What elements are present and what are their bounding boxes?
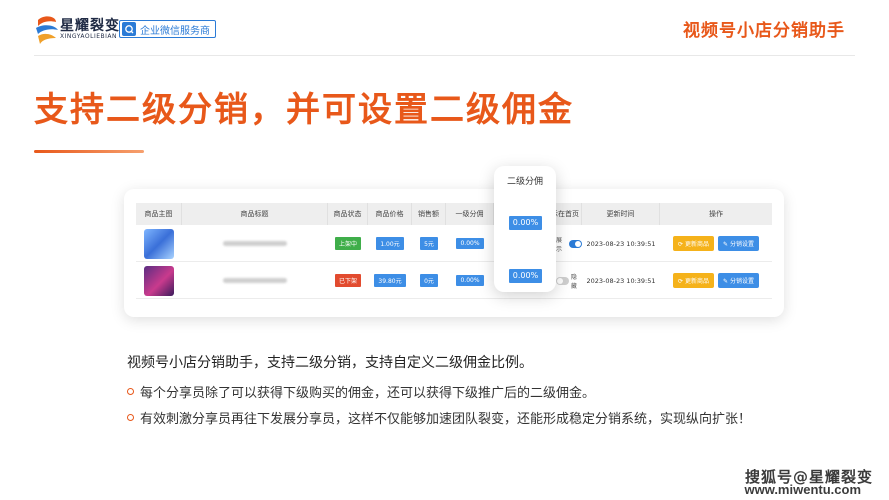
- update-product-button[interactable]: ⟳ 更新商品: [673, 273, 714, 288]
- blurred-product-title: [223, 241, 287, 246]
- header-divider: [34, 55, 855, 56]
- level1-cell: 0.00%: [446, 225, 494, 262]
- table-header: 商品主图 商品标题 商品状态 商品价格 销售额 一级分佣 是否展示在首页 更新时…: [136, 203, 772, 225]
- update-product-label: 更新商品: [684, 241, 709, 248]
- sales-value: 5元: [420, 237, 438, 250]
- sales-cell: 0元: [412, 262, 446, 299]
- toggle-label: 展示: [556, 236, 563, 253]
- brand-logo-icon: [36, 16, 58, 44]
- col-header-actions: 操作: [709, 210, 723, 218]
- distribution-settings-label: 分销设置: [729, 278, 754, 285]
- brand-subtitle: XINGYAOLIEBIAN: [60, 33, 118, 40]
- update-product-button[interactable]: ⟳ 更新商品: [673, 236, 714, 251]
- price-cell: 39.80元: [368, 262, 412, 299]
- bullet-text: 有效刺激分享员再往下发展分享员，这样不仅能够加速团队裂变，还能形成稳定分销系统，…: [140, 412, 752, 427]
- distribution-settings-label: 分销设置: [729, 241, 754, 248]
- bullet-item: 每个分享员除了可以获得下级购买的佣金，还可以获得下级推广后的二级佣金。: [127, 382, 595, 401]
- partner-badge: 企业微信服务商: [119, 20, 216, 38]
- toggle-label: 隐藏: [570, 273, 577, 290]
- product-table: 商品主图 商品标题 商品状态 商品价格 销售额 一级分佣 是否展示在首页 更新时…: [136, 203, 772, 299]
- updated-cell: 2023-08-23 10:39:51: [586, 239, 656, 248]
- product-title-cell: [182, 262, 328, 299]
- update-product-label: 更新商品: [684, 278, 709, 285]
- status-badge: 已下架: [334, 274, 361, 287]
- product-thumbnail: [144, 228, 174, 259]
- level1-cell: 0.00%: [446, 262, 494, 299]
- bullet-dot-icon: [127, 388, 134, 395]
- toggle-switch[interactable]: [556, 276, 569, 285]
- table-row[interactable]: 已下架 39.80元 0元 0.00% 隐藏 2023-08-23 10:39:…: [136, 262, 772, 299]
- distribution-settings-button[interactable]: ✎ 分销设置: [718, 236, 759, 251]
- show-home-cell: 展示: [556, 225, 582, 262]
- product-thumbnail: [144, 265, 174, 296]
- level1-commission: 0.00%: [456, 275, 484, 286]
- title-underline: [34, 150, 144, 153]
- product-image-cell: [136, 262, 182, 299]
- status-cell: 上架中: [328, 225, 368, 262]
- col-header-image: 商品主图: [136, 203, 182, 225]
- actions-cell: ⟳ 更新商品 ✎ 分销设置: [660, 262, 772, 299]
- col-header-price: 商品价格: [368, 203, 412, 225]
- show-home-toggle[interactable]: 展示: [556, 235, 582, 253]
- col-header-updated: 更新时间: [582, 203, 660, 225]
- bullet-text: 每个分享员除了可以获得下级购买的佣金，还可以获得下级推广后的二级佣金。: [140, 386, 596, 401]
- table-row[interactable]: 上架中 1.00元 5元 0.00% 展示 2023-08-23 10:39:5…: [136, 225, 772, 262]
- product-image-cell: [136, 225, 182, 262]
- level2-header: 二级分佣: [506, 177, 543, 187]
- blurred-product-title: [223, 278, 287, 283]
- bullet-dot-icon: [127, 414, 134, 421]
- col-header-level1: 一级分佣: [446, 203, 494, 225]
- col-header-show-home: 是否展示在首页: [556, 203, 582, 225]
- status-badge: 上架中: [334, 237, 361, 250]
- bullet-item: 有效刺激分享员再往下发展分享员，这样不仅能够加速团队裂变，还能形成稳定分销系统，…: [127, 408, 751, 427]
- price-value: 39.80元: [374, 274, 406, 287]
- level2-commission-value[interactable]: 0.00%: [509, 269, 542, 283]
- show-home-toggle[interactable]: 隐藏: [556, 272, 582, 290]
- price-value: 1.00元: [376, 237, 404, 250]
- level1-commission: 0.00%: [456, 238, 484, 249]
- main-title: 支持二级分销，并可设置二级佣金: [34, 90, 574, 130]
- watermark-url: www.miwentu.com: [744, 482, 861, 497]
- product-table-card: 商品主图 商品标题 商品状态 商品价格 销售额 一级分佣 是否展示在首页 更新时…: [124, 189, 784, 317]
- level2-commission-value[interactable]: 0.00%: [509, 216, 542, 230]
- actions-cell: ⟳ 更新商品 ✎ 分销设置: [660, 225, 772, 262]
- partner-label: 企业微信服务商: [140, 25, 210, 37]
- col-header-sales: 销售额: [412, 203, 446, 225]
- level2-commission-highlight: 二级分佣 0.00% 0.00%: [494, 166, 556, 292]
- updated-cell: 2023-08-23 10:39:51: [586, 276, 656, 285]
- sales-cell: 5元: [412, 225, 446, 262]
- top-title: 视频号小店分销助手: [683, 21, 845, 41]
- price-cell: 1.00元: [368, 225, 412, 262]
- show-home-cell: 隐藏: [556, 262, 582, 299]
- product-title-cell: [182, 225, 328, 262]
- col-header-status: 商品状态: [328, 203, 368, 225]
- brand-name: 星耀裂变: [60, 18, 120, 34]
- description: 视频号小店分销助手，支持二级分销，支持自定义二级佣金比例。: [127, 355, 533, 371]
- col-header-title: 商品标题: [182, 203, 328, 225]
- sales-value: 0元: [420, 274, 438, 287]
- status-cell: 已下架: [328, 262, 368, 299]
- distribution-settings-button[interactable]: ✎ 分销设置: [718, 273, 759, 288]
- toggle-switch[interactable]: [569, 239, 582, 248]
- col-header-show-home-text: 是否展示在首页: [556, 210, 579, 218]
- wecom-icon: [122, 22, 136, 36]
